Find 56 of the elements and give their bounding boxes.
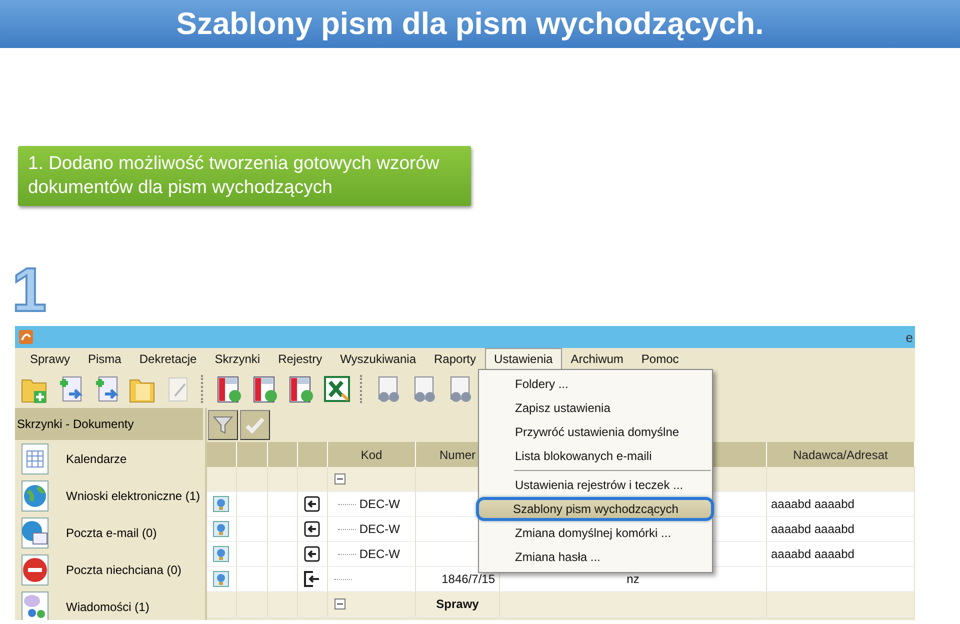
bulb-icon bbox=[213, 496, 229, 512]
table-cell bbox=[237, 592, 268, 617]
menu-option[interactable]: Ustawienia rejestrów i teczek ... bbox=[480, 473, 711, 497]
menu-item[interactable]: Wyszukiwania bbox=[331, 348, 425, 370]
arrow-in-icon bbox=[304, 546, 320, 562]
spreadsheet-icon[interactable] bbox=[322, 374, 352, 404]
arrow-out-icon bbox=[304, 571, 320, 587]
menu-item[interactable]: Rejestry bbox=[269, 348, 332, 370]
sidebar-item[interactable]: Kalendarze bbox=[66, 452, 127, 466]
bulb-icon bbox=[213, 521, 229, 537]
checkmark-button[interactable] bbox=[240, 410, 270, 440]
table-cell: DEC-W bbox=[328, 542, 416, 567]
bulb-icon bbox=[213, 571, 229, 587]
menu-item[interactable]: Dekretacje bbox=[130, 348, 206, 370]
sidebar-item[interactable]: Poczta niechciana (0) bbox=[66, 562, 182, 576]
panel-header: Skrzynki - Dokumenty bbox=[15, 408, 203, 440]
column-header[interactable]: Kod bbox=[328, 442, 416, 467]
filter-button[interactable] bbox=[208, 410, 238, 440]
menu-option[interactable]: Zmiana hasła ... bbox=[480, 545, 711, 569]
menu-item[interactable]: Archiwum bbox=[562, 348, 632, 370]
menu-item[interactable]: Pomoc bbox=[632, 348, 688, 370]
collapse-icon[interactable] bbox=[334, 471, 346, 487]
sidebar-item[interactable]: Poczta e-mail (0) bbox=[66, 526, 157, 540]
menu-option[interactable]: Foldery ... bbox=[480, 372, 711, 396]
funnel-icon bbox=[212, 414, 234, 436]
arrow-in-icon bbox=[304, 521, 320, 537]
arrow-in-icon bbox=[304, 496, 320, 512]
table-cell bbox=[237, 467, 268, 492]
menu-option[interactable]: Przywróć ustawienia domyślne bbox=[480, 420, 711, 444]
menu-item[interactable]: Pisma bbox=[79, 348, 130, 370]
table-cell: aaaabd aaaabd bbox=[767, 542, 915, 567]
sidebar-item[interactable]: Wnioski elektroniczne (1) bbox=[66, 488, 200, 502]
window-title: e bbox=[906, 330, 913, 344]
menu-item[interactable]: Sprawy bbox=[21, 348, 80, 370]
table-cell: DEC-W bbox=[328, 492, 416, 517]
table-cell: Sprawy bbox=[416, 592, 500, 617]
menu-option[interactable]: Zmiana domyślnej komórki ... bbox=[480, 521, 711, 545]
bulb-icon bbox=[213, 546, 229, 562]
menu-item[interactable]: Ustawienia bbox=[485, 348, 562, 370]
table-cell bbox=[268, 592, 298, 617]
menu-item[interactable]: Skrzynki bbox=[206, 348, 270, 370]
table-cell bbox=[268, 467, 298, 492]
table-cell: 1846/7/15 bbox=[416, 567, 500, 592]
menu-option[interactable]: Szablony pism wychodzcących bbox=[476, 497, 714, 521]
app-icon bbox=[18, 329, 34, 345]
step-number: 1 bbox=[12, 262, 48, 320]
menu-option[interactable]: Zapisz ustawienia bbox=[480, 396, 711, 420]
callout-text: 1. Dodano możliwość tworzenia gotowych wzorów dokumentów dla pism wychodzących bbox=[18, 146, 471, 206]
sidebar-item[interactable]: Wiadomości (1) bbox=[66, 600, 150, 614]
menu-item[interactable]: Raporty bbox=[425, 348, 486, 370]
table-cell: DEC-W bbox=[328, 517, 416, 542]
collapse-icon[interactable] bbox=[334, 596, 346, 612]
table-cell: aaaabd aaaabd bbox=[767, 517, 915, 542]
column-header[interactable]: Nadawca/Adresat bbox=[767, 442, 915, 467]
slide-title: Szablony pism dla pism wychodzących. bbox=[0, 0, 960, 48]
table-cell: aaaabd aaaabd bbox=[767, 492, 915, 517]
